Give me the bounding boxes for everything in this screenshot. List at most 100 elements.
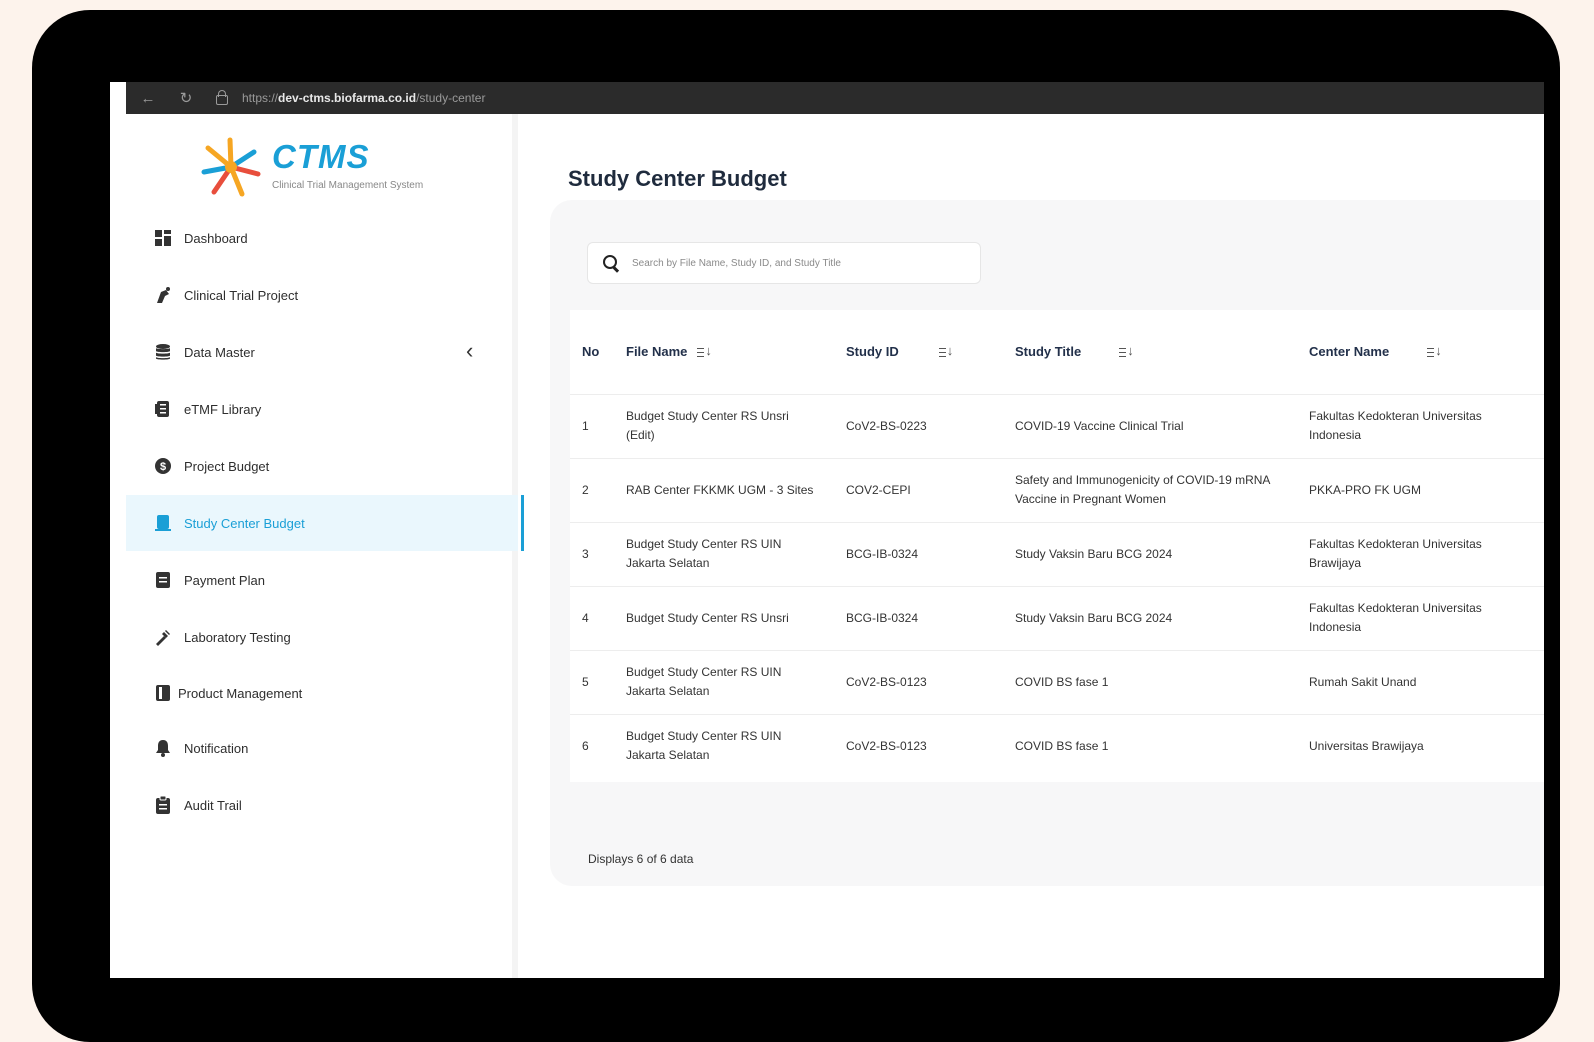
page-title: Study Center Budget (568, 166, 787, 191)
sidebar-item-label: Payment Plan (184, 572, 265, 588)
logo-star-icon (201, 137, 261, 197)
url-field[interactable]: https://dev-ctms.biofarma.co.id/study-ce… (242, 91, 485, 105)
cell-file-name: Budget Study Center RS UIN Jakarta Selat… (614, 649, 834, 714)
sidebar-item-study-center-budget[interactable]: Study Center Budget (126, 495, 524, 551)
sidebar-item-label: Dashboard (184, 230, 248, 246)
sort-icon[interactable] (697, 343, 712, 360)
budget-icon: $ (154, 457, 172, 475)
sidebar-item-audit-trail[interactable]: Audit Trail (126, 777, 518, 833)
sort-icon[interactable] (938, 343, 953, 360)
back-icon[interactable]: ← (138, 90, 158, 107)
cell-no: 3 (570, 521, 614, 586)
cell-study-title: Study Vaksin Baru BCG 2024 (1003, 521, 1297, 586)
column-header-file-name[interactable]: File Name (614, 310, 834, 394)
sidebar-item-project-budget[interactable]: $ Project Budget (126, 438, 518, 494)
cell-file-name: Budget Study Center RS Unsri (614, 585, 834, 650)
sidebar-item-label: Study Center Budget (184, 515, 305, 531)
cell-no: 4 (570, 585, 614, 650)
cell-study-id: COV2-CEPI (834, 457, 1003, 522)
cell-study-title: COVID-19 Vaccine Clinical Trial (1003, 393, 1297, 458)
lock-icon (214, 90, 228, 105)
sidebar-item-payment-plan[interactable]: Payment Plan (126, 552, 518, 608)
table-header-row: No File Name Study ID Study Title Center… (570, 310, 1544, 394)
cell-study-title: COVID BS fase 1 (1003, 713, 1297, 778)
cell-file-name: RAB Center FKKMK UGM - 3 Sites (614, 457, 834, 522)
cell-center-name: Fakultas Kedokteran Universitas Brawijay… (1297, 521, 1544, 586)
table-row[interactable]: 4 Budget Study Center RS Unsri BCG-IB-03… (570, 585, 1544, 650)
cell-center-name: Universitas Brawijaya (1297, 713, 1544, 778)
bell-icon (154, 739, 172, 757)
sort-icon[interactable] (1427, 343, 1442, 360)
table-row[interactable]: 5 Budget Study Center RS UIN Jakarta Sel… (570, 649, 1544, 714)
table-row[interactable]: 2 RAB Center FKKMK UGM - 3 Sites COV2-CE… (570, 457, 1544, 522)
column-header-study-id[interactable]: Study ID (834, 310, 1003, 394)
cell-file-name: Budget Study Center RS UIN Jakarta Selat… (614, 521, 834, 586)
study-center-table: No File Name Study ID Study Title Center… (570, 310, 1544, 782)
sidebar-item-label: Product Management (178, 685, 303, 701)
cell-study-id: BCG-IB-0324 (834, 585, 1003, 650)
cell-center-name: Fakultas Kedokteran Universitas Indonesi… (1297, 393, 1544, 458)
cell-study-title: COVID BS fase 1 (1003, 649, 1297, 714)
browser-address-bar: ← ↻ https://dev-ctms.biofarma.co.id/stud… (126, 82, 1544, 114)
pagination-count: Displays 6 of 6 data (588, 852, 694, 866)
table-row[interactable]: 1 Budget Study Center RS Unsri (Edit) Co… (570, 393, 1544, 458)
database-icon (154, 343, 172, 361)
ctms-logo[interactable]: CTMS Clinical Trial Management System (196, 134, 456, 204)
cell-file-name: Budget Study Center RS Unsri (Edit) (614, 393, 834, 458)
cell-center-name: Rumah Sakit Unand (1297, 649, 1544, 714)
cell-study-title: Safety and Immunogenicity of COVID-19 mR… (1003, 457, 1297, 522)
sidebar-item-dashboard[interactable]: Dashboard (126, 210, 518, 266)
sidebar-item-label: Clinical Trial Project (184, 287, 299, 303)
main-content: Study Center Budget Search by File Name,… (524, 114, 1544, 978)
search-input[interactable] (632, 257, 972, 269)
sidebar-item-label: Data Master (184, 344, 255, 360)
cell-study-id: CoV2-BS-0123 (834, 713, 1003, 778)
sidebar-item-notification[interactable]: Notification (126, 720, 518, 776)
cell-center-name: Fakultas Kedokteran Universitas Indonesi… (1297, 585, 1544, 650)
reload-icon[interactable]: ↻ (176, 89, 196, 107)
product-icon (154, 684, 172, 702)
cell-no: 1 (570, 393, 614, 458)
brand-tagline: Clinical Trial Management System (272, 180, 424, 191)
payment-icon (154, 571, 172, 589)
column-header-center-name[interactable]: Center Name (1297, 310, 1544, 394)
sidebar-item-data-master[interactable]: Data Master ‹ (126, 324, 518, 380)
study-center-icon (154, 514, 172, 532)
svg-text:$: $ (160, 461, 166, 473)
sidebar-item-clinical-trial-project[interactable]: Clinical Trial Project (126, 267, 518, 323)
cell-study-id: BCG-IB-0324 (834, 521, 1003, 586)
cell-study-title: Study Vaksin Baru BCG 2024 (1003, 585, 1297, 650)
sidebar-item-label: Laboratory Testing (184, 629, 291, 645)
sidebar-item-label: eTMF Library (184, 401, 262, 417)
lab-icon (154, 628, 172, 646)
sidebar-item-label: Notification (184, 740, 249, 756)
cell-no: 5 (570, 649, 614, 714)
column-header-study-title[interactable]: Study Title (1003, 310, 1297, 394)
table-row[interactable]: 3 Budget Study Center RS UIN Jakarta Sel… (570, 521, 1544, 586)
cell-no: 2 (570, 457, 614, 522)
dashboard-icon (154, 229, 172, 247)
clinical-trial-icon (154, 286, 172, 304)
search-box[interactable] (587, 242, 981, 284)
search-icon (602, 254, 620, 272)
sidebar-item-label: Audit Trail (184, 797, 242, 813)
sidebar-item-etmf-library[interactable]: eTMF Library (126, 381, 518, 437)
brand-name: CTMS (272, 138, 370, 175)
sidebar: CTMS Clinical Trial Management System Da… (126, 114, 524, 978)
screen: ← ↻ https://dev-ctms.biofarma.co.id/stud… (110, 82, 1544, 978)
cell-no: 6 (570, 713, 614, 778)
cell-center-name: PKKA-PRO FK UGM (1297, 457, 1544, 522)
sidebar-item-laboratory-testing[interactable]: Laboratory Testing (126, 609, 518, 665)
collapse-sidebar-icon[interactable]: ‹ (466, 340, 486, 362)
cell-study-id: CoV2-BS-0223 (834, 393, 1003, 458)
column-header-no: No (582, 344, 600, 360)
library-icon (154, 400, 172, 418)
sort-icon[interactable] (1119, 343, 1134, 360)
clipboard-icon (154, 796, 172, 814)
table-row[interactable]: 6 Budget Study Center RS UIN Jakarta Sel… (570, 713, 1544, 778)
cell-file-name: Budget Study Center RS UIN Jakarta Selat… (614, 713, 834, 778)
cell-study-id: CoV2-BS-0123 (834, 649, 1003, 714)
sidebar-item-label: Project Budget (184, 458, 270, 474)
sidebar-item-product-management[interactable]: Product Management (126, 665, 518, 721)
device-frame: ← ↻ https://dev-ctms.biofarma.co.id/stud… (32, 10, 1560, 1042)
